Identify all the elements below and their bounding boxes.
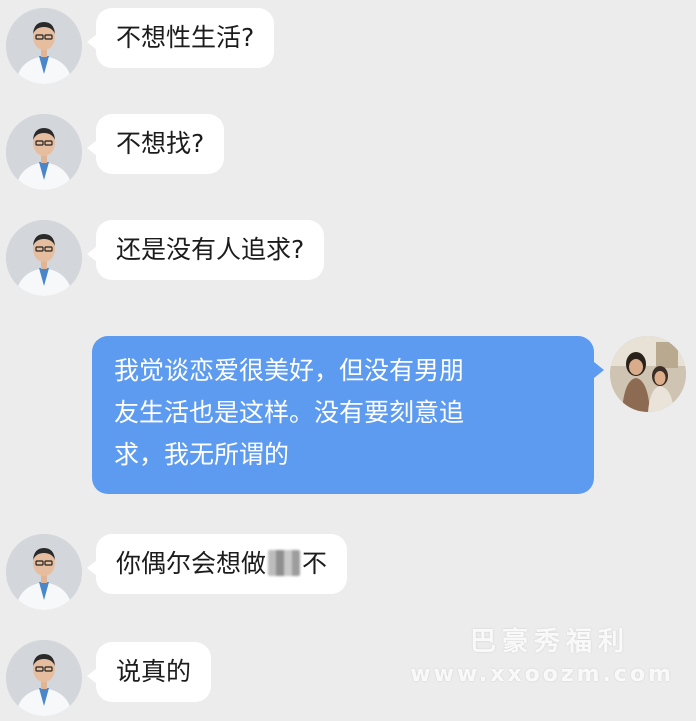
user-avatar[interactable]: [610, 336, 686, 412]
message-text: 不: [302, 549, 328, 578]
watermark: 巴豪秀福利 www.xxoozm.com: [410, 621, 674, 687]
message-text-line: 我觉谈恋爱很美好，但没有男朋: [114, 356, 465, 385]
message-bubble-incoming[interactable]: 你偶尔会想做 不: [86, 534, 348, 594]
doctor-avatar-image: [6, 114, 82, 190]
message-bubble-incoming[interactable]: 说真的: [86, 642, 212, 702]
doctor-avatar[interactable]: [6, 220, 82, 296]
doctor-avatar[interactable]: [6, 8, 82, 84]
message-text: 你偶尔会想做: [116, 549, 267, 578]
message-bubble-incoming[interactable]: 不想找?: [86, 114, 225, 174]
doctor-avatar-image: [6, 220, 82, 296]
watermark-title: 巴豪秀福利: [469, 627, 630, 657]
doctor-avatar-image: [6, 8, 82, 84]
doctor-avatar[interactable]: [6, 114, 82, 190]
doctor-avatar-image: [6, 534, 82, 610]
message-text: 不想性生活?: [116, 23, 255, 52]
censored-word: [268, 550, 301, 576]
message-bubble-incoming[interactable]: 还是没有人追求?: [86, 220, 325, 280]
message-text-line: 友生活也是这样。没有要刻意追: [114, 398, 465, 427]
doctor-avatar-image: [6, 640, 82, 716]
message-text: 不想找?: [116, 129, 205, 158]
message-text-line: 求，我无所谓的: [114, 440, 290, 469]
message-bubble-outgoing[interactable]: 我觉谈恋爱很美好，但没有男朋 友生活也是这样。没有要刻意追 求，我无所谓的: [92, 336, 604, 494]
message-text: 还是没有人追求?: [116, 235, 305, 264]
message-text: 说真的: [116, 657, 192, 686]
watermark-url: www.xxoozm.com: [410, 662, 674, 687]
doctor-avatar[interactable]: [6, 534, 82, 610]
doctor-avatar[interactable]: [6, 640, 82, 716]
user-avatar-image: [610, 336, 686, 412]
message-bubble-incoming[interactable]: 不想性生活?: [86, 8, 275, 68]
